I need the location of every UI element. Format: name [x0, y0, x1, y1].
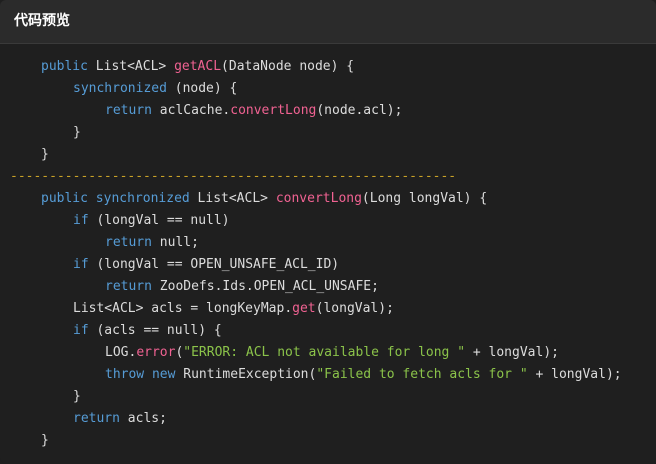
code-token: return [105, 279, 160, 294]
code-token: } [73, 389, 81, 404]
code-token: "Failed to fetch acls for " [316, 367, 528, 382]
code-preview-header: 代码预览 [0, 0, 656, 44]
code-token: List<ACL> [95, 59, 175, 74]
code-token: List<ACL> acls = longKeyMap. [73, 301, 293, 316]
code-token: LOG. [105, 345, 137, 360]
code-preview-panel: 代码预览 public List<ACL> getACL(DataNode no… [0, 0, 656, 464]
code-token: return [105, 235, 160, 250]
code-token: ----------------------------------------… [10, 169, 457, 184]
code-token: "ERROR: ACL not available for long " [183, 345, 466, 360]
code-token: } [41, 433, 49, 448]
code-token: ZooDefs.Ids.OPEN_ACL_UNSAFE; [159, 279, 379, 294]
code-line: } [0, 122, 656, 144]
code-line: return ZooDefs.Ids.OPEN_ACL_UNSAFE; [0, 276, 656, 298]
code-token: (longVal == null) [96, 213, 230, 228]
code-line: if (acls == null) { [0, 320, 656, 342]
code-token: } [73, 125, 81, 140]
code-token: public [41, 59, 96, 74]
code-token: synchronized [73, 81, 175, 96]
code-line: throw new RuntimeException("Failed to fe… [0, 364, 656, 386]
code-line: if (longVal == OPEN_UNSAFE_ACL_ID) [0, 254, 656, 276]
code-line: if (longVal == null) [0, 210, 656, 232]
panel-title: 代码预览 [14, 13, 70, 29]
code-token: new [151, 367, 184, 382]
code-line: LOG.error("ERROR: ACL not available for … [0, 342, 656, 364]
code-line: synchronized (node) { [0, 78, 656, 100]
code-token: get [292, 301, 316, 316]
code-token: if [73, 213, 97, 228]
code-token: (DataNode node) { [221, 59, 355, 74]
code-token: (longVal); [315, 301, 394, 316]
code-token: } [41, 147, 49, 162]
code-token: List<ACL> [197, 191, 276, 206]
code-token: return [105, 103, 160, 118]
code-token: + longVal); [465, 345, 559, 360]
code-line: return null; [0, 232, 656, 254]
code-token: error [136, 345, 176, 360]
code-line: public List<ACL> getACL(DataNode node) { [0, 56, 656, 78]
code-token: if [73, 323, 97, 338]
code-token: (longVal == OPEN_UNSAFE_ACL_ID) [96, 257, 340, 272]
code-token: (Long longVal) { [361, 191, 488, 206]
code-token: RuntimeException( [183, 367, 317, 382]
code-line: return acls; [0, 408, 656, 430]
code-token: return [73, 411, 128, 426]
code-line: } [0, 386, 656, 408]
code-line: } [0, 430, 656, 452]
code-token: null; [159, 235, 199, 250]
code-token: (node) { [174, 81, 238, 96]
code-token: getACL [174, 59, 222, 74]
code-token: public [41, 191, 96, 206]
code-token: if [73, 257, 97, 272]
code-token: convertLong [275, 191, 362, 206]
code-token: (acls == null) { [96, 323, 222, 338]
code-token: synchronized [95, 191, 198, 206]
code-block: public List<ACL> getACL(DataNode node) {… [0, 56, 656, 452]
code-line: public synchronized List<ACL> convertLon… [0, 188, 656, 210]
code-token: acls; [127, 411, 167, 426]
code-token: convertLong [230, 103, 317, 118]
code-token: aclCache. [159, 103, 231, 118]
code-line: return aclCache.convertLong(node.acl); [0, 100, 656, 122]
code-line: } [0, 144, 656, 166]
code-token: + longVal); [527, 367, 622, 382]
separator-line: ----------------------------------------… [0, 166, 656, 188]
code-line: List<ACL> acls = longKeyMap.get(longVal)… [0, 298, 656, 320]
code-token: (node.acl); [316, 103, 403, 118]
code-token: throw [105, 367, 152, 382]
